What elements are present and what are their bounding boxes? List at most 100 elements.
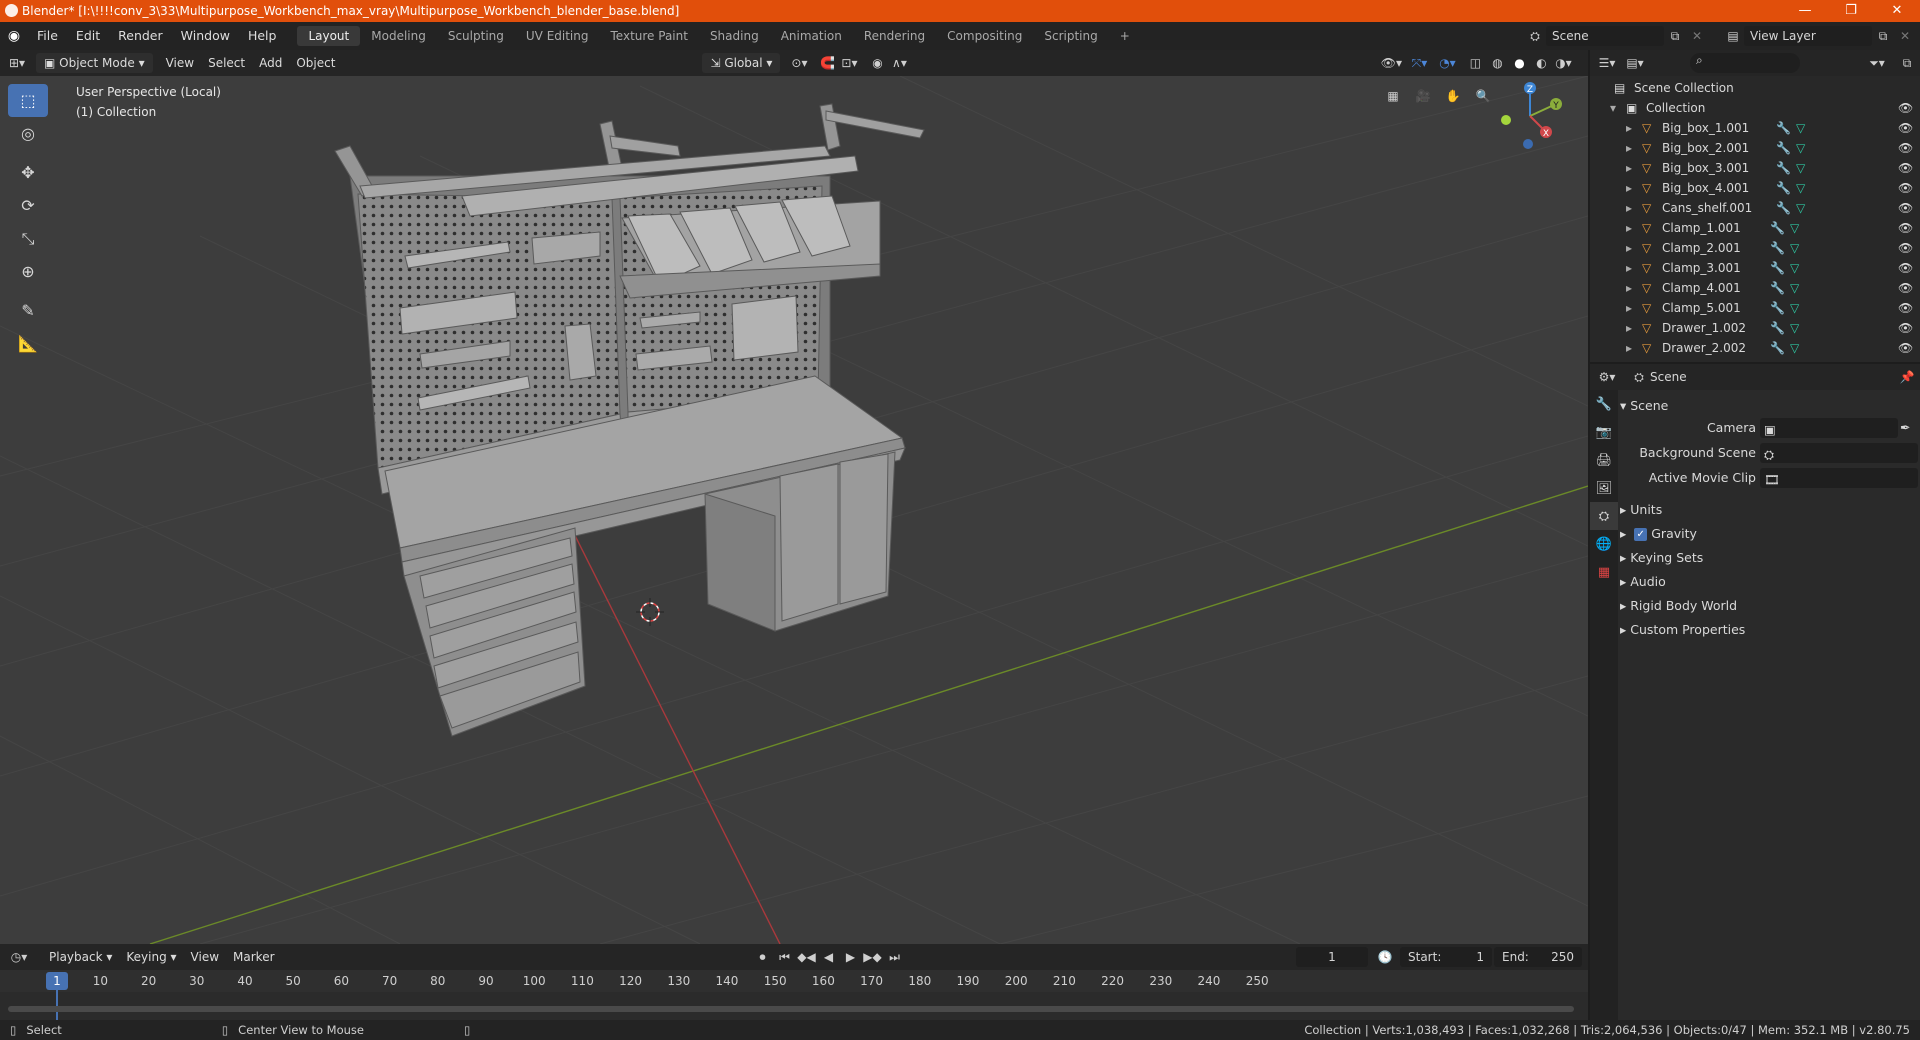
menu-window[interactable]: Window <box>172 22 239 50</box>
mesh-data-icon[interactable]: ▽ <box>1790 318 1799 338</box>
disclosure-icon[interactable]: ▸ <box>1626 178 1632 198</box>
navigation-gizmo[interactable]: Z Y X <box>1480 76 1580 156</box>
tab-layout[interactable]: Layout <box>297 26 361 46</box>
outliner-item-object[interactable]: ▸ ▽ Clamp_2.001 🔧 ▽ 👁 <box>1590 238 1920 258</box>
outliner-item-object[interactable]: ▸ ▽ Clamp_3.001 🔧 ▽ 👁 <box>1590 258 1920 278</box>
tab-texture-paint[interactable]: Texture Paint <box>600 26 699 46</box>
modifier-icon[interactable]: 🔧 <box>1776 198 1791 218</box>
annotate-tool-icon[interactable]: ✎ <box>8 294 48 327</box>
custom-properties-panel-header[interactable]: ▸ Custom Properties <box>1620 618 1920 642</box>
units-panel-header[interactable]: ▸ Units <box>1620 498 1920 522</box>
eye-icon[interactable]: 👁 <box>1898 338 1913 358</box>
mesh-data-icon[interactable]: ▽ <box>1796 158 1805 178</box>
scene-tab-icon[interactable]: ⛭ <box>1590 502 1618 530</box>
end-frame-field[interactable]: End: 250 <box>1494 947 1582 967</box>
outliner-item-object[interactable]: ▸ ▽ Cans_shelf.001 🔧 ▽ 👁 <box>1590 198 1920 218</box>
snap-toggle-icon[interactable]: 🧲 <box>816 53 838 73</box>
gravity-panel-header[interactable]: ▸ ✓ Gravity <box>1620 522 1920 546</box>
snap-target-icon[interactable]: ⊡▾ <box>838 53 860 73</box>
texture-tab-icon[interactable]: ▦ <box>1590 558 1618 586</box>
eye-icon[interactable]: 👁 <box>1898 198 1913 218</box>
outliner-item-scene-collection[interactable]: ▤ Scene Collection <box>1590 78 1920 98</box>
editor-type-icon[interactable]: ⊞▾ <box>6 53 28 73</box>
pan-view-icon[interactable]: ✋ <box>1438 86 1468 106</box>
jump-start-icon[interactable]: ⏮ <box>774 947 796 967</box>
disclosure-icon[interactable]: ▸ <box>1626 198 1632 218</box>
tab-animation[interactable]: Animation <box>770 26 853 46</box>
start-frame-field[interactable]: Start: 1 <box>1400 947 1492 967</box>
timeline-editor-icon[interactable]: ◷▾ <box>8 947 30 967</box>
xray-toggle-icon[interactable]: ◫ <box>1464 53 1486 73</box>
outliner-editor-icon[interactable]: ☰▾ <box>1596 53 1618 73</box>
mesh-data-icon[interactable]: ▽ <box>1790 298 1799 318</box>
next-keyframe-icon[interactable]: ▶◆ <box>862 947 884 967</box>
pin-icon[interactable]: 📌 <box>1896 367 1918 387</box>
mesh-data-icon[interactable]: ▽ <box>1790 338 1799 358</box>
disclosure-icon[interactable]: ▾ <box>1610 98 1616 118</box>
eyedropper-icon[interactable]: ✒ <box>1900 416 1910 440</box>
filter-icon[interactable]: ⏷▾ <box>1866 53 1888 73</box>
modifier-icon[interactable]: 🔧 <box>1776 118 1791 138</box>
gravity-checkbox[interactable]: ✓ <box>1634 528 1648 541</box>
3d-viewport[interactable]: ⬚ ◎ ✥ ⟳ ⤡ ⊕ ✎ 📐 User Perspective (Local)… <box>0 76 1588 944</box>
new-scene-icon[interactable]: ⧉ <box>1664 26 1686 46</box>
properties-editor-icon[interactable]: ⚙▾ <box>1596 367 1618 387</box>
tab-modeling[interactable]: Modeling <box>360 26 437 46</box>
view-layer-tab-icon[interactable]: 🖼 <box>1590 474 1618 502</box>
modifier-icon[interactable]: 🔧 <box>1770 238 1785 258</box>
tab-compositing[interactable]: Compositing <box>936 26 1033 46</box>
menu-keying[interactable]: Keying ▾ <box>119 947 183 967</box>
pivot-point-icon[interactable]: ⊙▾ <box>788 53 810 73</box>
mesh-data-icon[interactable]: ▽ <box>1790 238 1799 258</box>
keying-sets-panel-header[interactable]: ▸ Keying Sets <box>1620 546 1920 570</box>
tab-shading[interactable]: Shading <box>699 26 770 46</box>
scene-name-field[interactable]: Scene <box>1546 26 1664 46</box>
prev-keyframe-icon[interactable]: ◆◀ <box>796 947 818 967</box>
record-icon[interactable]: ⏺ <box>752 947 774 967</box>
menu-file[interactable]: File <box>28 22 67 50</box>
audio-panel-header[interactable]: ▸ Audio <box>1620 570 1920 594</box>
blender-menu-icon[interactable]: ◉ <box>0 28 28 44</box>
scene-selector[interactable]: ⛭ Scene ⧉ ✕ <box>1524 26 1708 46</box>
material-shading-icon[interactable]: ◐ <box>1530 53 1552 73</box>
timeline-scrollbar[interactable] <box>8 1006 1574 1012</box>
eye-icon[interactable]: 👁 <box>1898 158 1913 178</box>
eye-icon[interactable]: 👁 <box>1898 318 1913 338</box>
disclosure-icon[interactable]: ▸ <box>1626 278 1632 298</box>
outliner-item-object[interactable]: ▸ ▽ Clamp_4.001 🔧 ▽ 👁 <box>1590 278 1920 298</box>
minimize-button[interactable]: — <box>1782 0 1828 22</box>
outliner-item-object[interactable]: ▸ ▽ Clamp_1.001 🔧 ▽ 👁 <box>1590 218 1920 238</box>
eye-icon[interactable]: 👁 <box>1898 298 1913 318</box>
solid-shading-icon[interactable]: ● <box>1508 53 1530 73</box>
menu-view[interactable]: View <box>159 53 201 73</box>
camera-field[interactable]: ▣ <box>1760 418 1898 438</box>
cursor-tool-icon[interactable]: ◎ <box>8 117 48 150</box>
view-layer-selector[interactable]: ▤ View Layer ⧉ ✕ <box>1722 26 1916 46</box>
modifier-icon[interactable]: 🔧 <box>1770 278 1785 298</box>
tab-rendering[interactable]: Rendering <box>853 26 936 46</box>
menu-add[interactable]: Add <box>252 53 289 73</box>
mesh-data-icon[interactable]: ▽ <box>1796 198 1805 218</box>
modifier-icon[interactable]: 🔧 <box>1770 298 1785 318</box>
menu-edit[interactable]: Edit <box>67 22 109 50</box>
disclosure-icon[interactable]: ▸ <box>1626 258 1632 278</box>
mesh-data-icon[interactable]: ▽ <box>1790 278 1799 298</box>
view-layer-field[interactable]: View Layer <box>1744 26 1872 46</box>
modifier-icon[interactable]: 🔧 <box>1770 218 1785 238</box>
menu-timeline-view[interactable]: View <box>184 947 226 967</box>
falloff-icon[interactable]: ∧▾ <box>888 53 910 73</box>
eye-icon[interactable]: 👁 <box>1898 178 1913 198</box>
measure-tool-icon[interactable]: 📐 <box>8 327 48 360</box>
scene-panel-header[interactable]: ▾ Scene <box>1620 394 1920 418</box>
mesh-data-icon[interactable]: ▽ <box>1790 258 1799 278</box>
current-frame-field[interactable]: 1 <box>1296 947 1368 967</box>
maximize-button[interactable]: ❐ <box>1828 0 1874 22</box>
disclosure-icon[interactable]: ▸ <box>1626 118 1632 138</box>
active-movie-clip-field[interactable]: 🎞 <box>1760 468 1918 488</box>
scale-tool-icon[interactable]: ⤡ <box>8 222 48 255</box>
toggle-camera-icon[interactable]: ▦ <box>1378 86 1408 106</box>
mesh-data-icon[interactable]: ▽ <box>1790 218 1799 238</box>
mesh-data-icon[interactable]: ▽ <box>1796 118 1805 138</box>
eye-icon[interactable]: 👁 <box>1898 138 1913 158</box>
menu-render[interactable]: Render <box>109 22 172 50</box>
